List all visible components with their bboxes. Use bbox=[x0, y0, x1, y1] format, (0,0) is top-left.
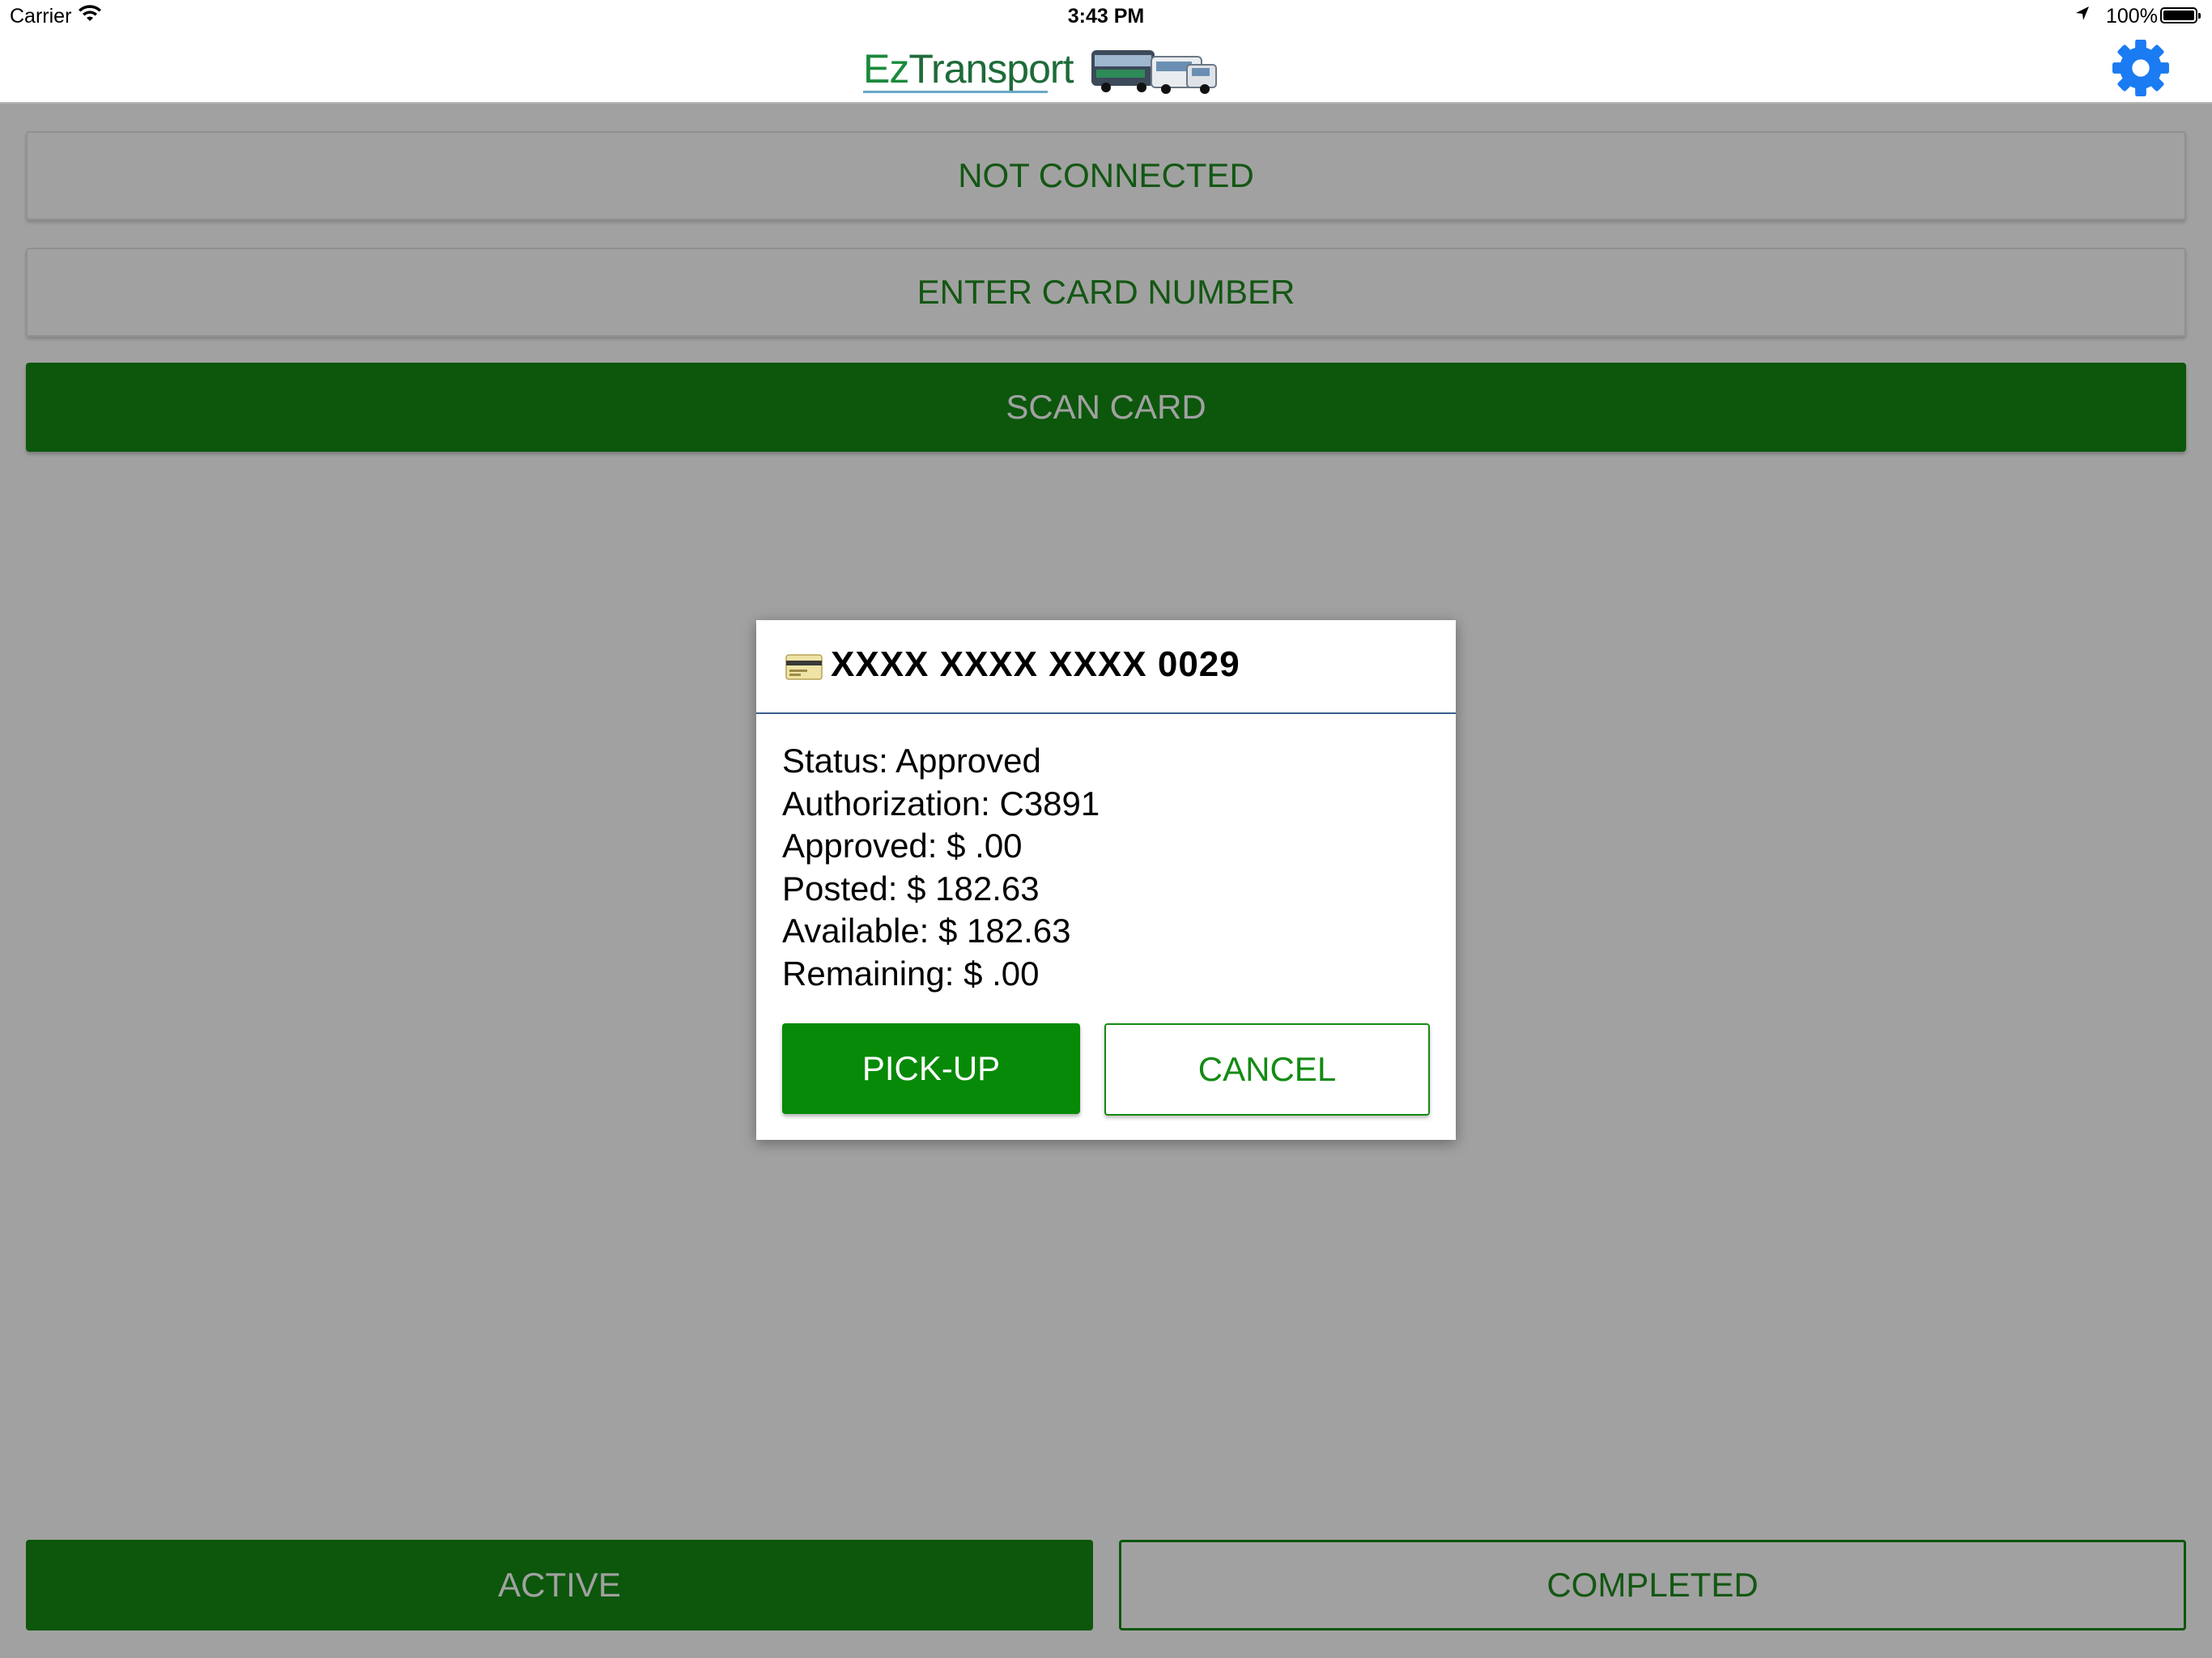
available-line: Available: $ 182.63 bbox=[782, 912, 1071, 950]
approved-line: Approved: $ .00 bbox=[782, 827, 1023, 865]
logo-text: EzTransport bbox=[863, 46, 1074, 91]
authorization-line: Authorization: C3891 bbox=[782, 784, 1100, 823]
gear-icon[interactable] bbox=[2110, 37, 2172, 99]
battery-icon bbox=[2160, 7, 2201, 23]
battery-percent: 100% bbox=[2106, 5, 2158, 28]
cancel-button[interactable]: CANCEL bbox=[1104, 1023, 1430, 1116]
logo-underline bbox=[863, 91, 1048, 93]
status-line: Status: Approved bbox=[782, 742, 1041, 780]
location-arrow-icon bbox=[2076, 6, 2089, 20]
buses-logo-icon bbox=[1091, 50, 1217, 94]
posted-line: Posted: $ 182.63 bbox=[782, 869, 1040, 908]
nav-bar: EzTransport bbox=[0, 34, 2212, 104]
card-number: XXXX XXXX XXXX 0029 bbox=[831, 644, 1240, 684]
app-logo: EzTransport bbox=[863, 42, 1219, 96]
clock: 3:43 PM bbox=[1067, 5, 1145, 28]
remaining-line: Remaining: $ .00 bbox=[782, 954, 1040, 993]
dialog-header: XXXX XXXX XXXX 0029 bbox=[756, 620, 1456, 714]
credit-card-icon bbox=[785, 654, 823, 680]
card-details-dialog: XXXX XXXX XXXX 0029 Status: Approved Aut… bbox=[756, 620, 1456, 1140]
pick-up-button[interactable]: PICK-UP bbox=[782, 1023, 1080, 1114]
card-details: Status: Approved Authorization: C3891 Ap… bbox=[782, 740, 1430, 995]
status-bar: Carrier 3:43 PM 100% bbox=[0, 0, 2212, 34]
